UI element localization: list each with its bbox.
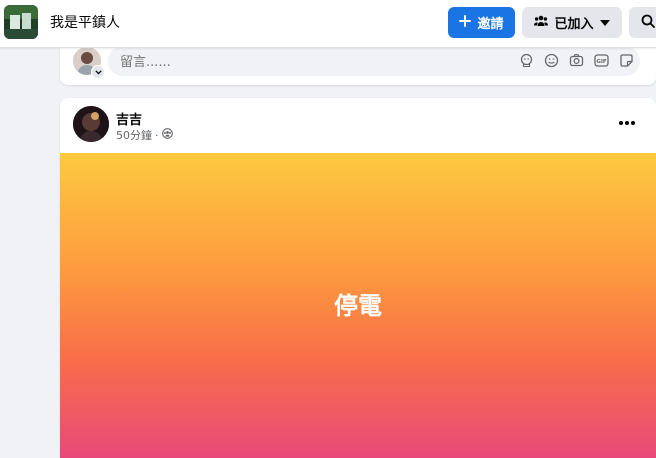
post-meta: 50分鐘 · [116, 127, 173, 143]
post-timestamp[interactable]: 50分鐘 [116, 127, 152, 143]
gif-icon[interactable]: GIF [593, 52, 609, 68]
invite-button[interactable]: 邀請 [448, 7, 515, 38]
more-options-button[interactable] [615, 114, 639, 132]
more-dots-icon [625, 121, 629, 125]
camera-icon[interactable] [568, 52, 584, 68]
comment-box: GIF [108, 46, 640, 76]
group-name[interactable]: 我是平鎮人 [50, 12, 120, 32]
group-header-bar: 我是平鎮人 邀請 已加入 [0, 0, 656, 48]
group-cover-thumbnail[interactable] [4, 5, 38, 39]
post-text: 停電 [334, 292, 382, 320]
more-dots-icon [631, 121, 635, 125]
emoji-icon[interactable] [543, 52, 559, 68]
meta-separator: · [155, 128, 159, 142]
post-author-name[interactable]: 吉吉 [116, 109, 142, 128]
more-dots-icon [619, 121, 623, 125]
post-card: 吉吉 50分鐘 · 停電 [60, 98, 656, 458]
caret-down-icon [599, 15, 610, 30]
chevron-down-icon[interactable] [91, 65, 105, 79]
avatar-sticker-icon[interactable] [518, 52, 534, 68]
svg-text:GIF: GIF [596, 59, 607, 65]
group-people-icon [534, 15, 549, 31]
sticker-icon[interactable] [618, 52, 634, 68]
comment-input[interactable] [118, 51, 422, 73]
plus-icon [459, 14, 472, 31]
search-button[interactable] [629, 7, 656, 38]
author-avatar[interactable] [73, 106, 109, 142]
invite-button-label: 邀請 [477, 17, 504, 32]
joined-button-label: 已加入 [554, 17, 594, 32]
joined-button[interactable]: 已加入 [522, 7, 622, 38]
comment-tools: GIF [518, 52, 634, 68]
search-icon [641, 13, 655, 32]
group-privacy-icon [161, 128, 173, 142]
